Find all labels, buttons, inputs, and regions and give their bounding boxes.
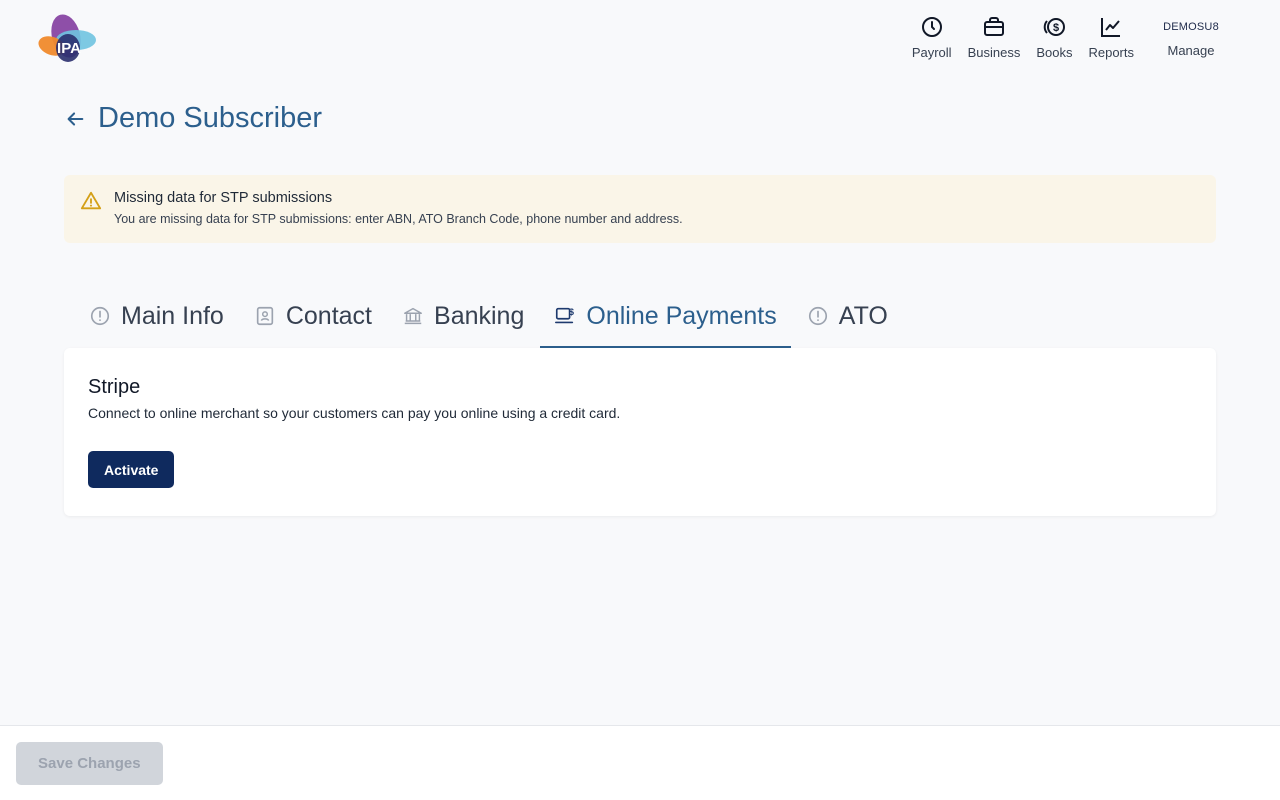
tab-label: Main Info [121, 301, 224, 330]
warning-alert: Missing data for STP submissions You are… [64, 175, 1216, 243]
logo-text: IPA [57, 40, 81, 57]
nav-business[interactable]: Business [967, 15, 1021, 61]
briefcase-icon [983, 17, 1004, 36]
tab-banking[interactable]: Banking [388, 286, 538, 348]
alert-circle-icon [808, 306, 827, 326]
nav-label: Manage [1167, 43, 1215, 58]
stripe-card: Stripe Connect to online merchant so you… [64, 348, 1216, 516]
tab-label: Banking [434, 301, 525, 330]
page-title: Demo Subscriber [98, 102, 323, 134]
tab-label: ATO [838, 301, 888, 330]
tab-contact[interactable]: Contact [240, 286, 386, 348]
contact-card-icon [256, 306, 274, 326]
back-arrow-icon[interactable] [64, 108, 86, 130]
ipa-logo[interactable]: IPA [36, 12, 96, 64]
activate-button[interactable]: Activate [88, 451, 175, 488]
nav-label: Payroll [911, 45, 952, 60]
tab-label: Online Payments [586, 301, 777, 330]
nav-label: Business [967, 45, 1021, 60]
tab-online-payments[interactable]: $ Online Payments [540, 286, 791, 348]
stripe-description: Connect to online merchant so your custo… [88, 405, 621, 421]
stripe-title: Stripe [88, 376, 141, 398]
nav-label: Books [1036, 45, 1073, 60]
dollar-coins-icon: $ [1044, 18, 1066, 36]
save-changes-button[interactable]: Save Changes [16, 742, 163, 785]
online-payment-icon: $ [555, 307, 574, 324]
clock-icon [921, 17, 942, 37]
tab-main-info[interactable]: Main Info [75, 286, 238, 348]
top-navigation: Payroll Business $ Books Reports DEMOSU8… [896, 15, 1226, 61]
user-code: DEMOSU8 [1163, 21, 1219, 33]
tab-ato[interactable]: ATO [793, 286, 902, 348]
nav-manage[interactable]: DEMOSU8 Manage [1156, 15, 1226, 61]
nav-label: Reports [1088, 45, 1134, 60]
trend-chart-icon [1101, 18, 1121, 37]
page-header: Demo Subscriber [64, 102, 322, 135]
bank-icon [404, 307, 422, 325]
nav-reports[interactable]: Reports [1088, 15, 1134, 61]
footer-bar: Save Changes [0, 725, 1280, 800]
tab-bar: Main Info Contact Banking $ Online Payme… [75, 286, 904, 348]
svg-text:$: $ [569, 307, 574, 317]
alert-title: Missing data for STP submissions [114, 190, 333, 206]
alert-circle-icon [90, 306, 110, 326]
svg-text:$: $ [1053, 22, 1059, 34]
warning-icon [80, 191, 102, 210]
nav-payroll[interactable]: Payroll [912, 15, 952, 61]
nav-books[interactable]: $ Books [1036, 15, 1072, 61]
alert-text: You are missing data for STP submissions… [114, 212, 683, 226]
tab-label: Contact [285, 301, 373, 330]
